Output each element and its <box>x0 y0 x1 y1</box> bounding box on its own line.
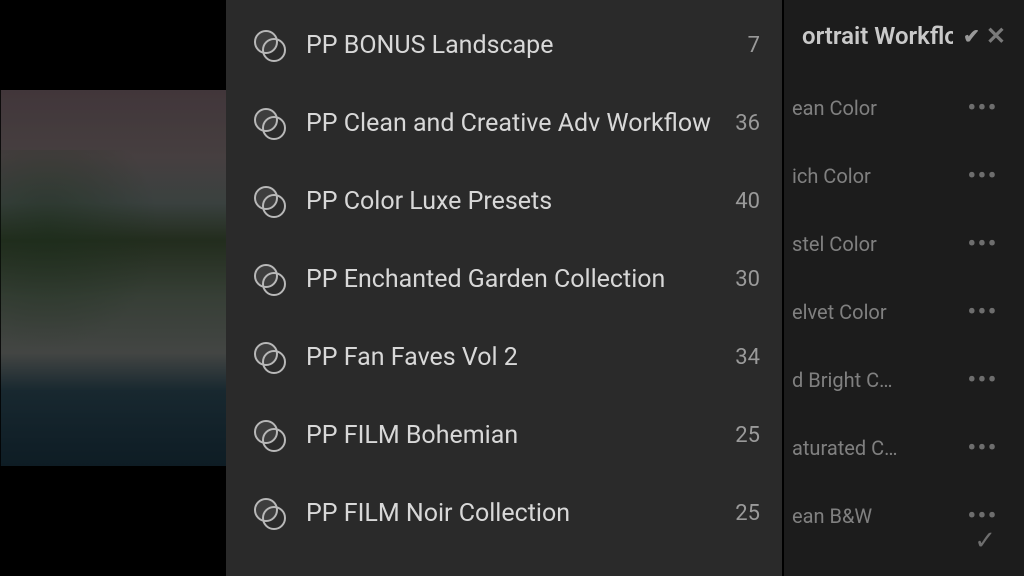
more-icon[interactable]: ••• <box>968 436 998 461</box>
preset-group-icon <box>254 108 284 138</box>
preset-group-item[interactable]: PP BONUS Landscape 7 <box>226 6 782 84</box>
preset-group-icon <box>254 342 284 372</box>
preset-item[interactable]: ich Color ••• <box>784 142 1024 210</box>
preset-group-item[interactable]: PP Clean and Creative Adv Workflow 36 <box>226 84 782 162</box>
preset-group-label: PP Clean and Creative Adv Workflow <box>306 109 720 138</box>
preset-label: elvet Color <box>784 300 954 324</box>
more-icon[interactable]: ••• <box>968 504 998 529</box>
preset-group-label: PP Fan Faves Vol 2 <box>306 343 720 372</box>
preset-group-label: PP BONUS Landscape <box>306 31 720 60</box>
preset-group-icon <box>254 420 284 450</box>
preset-group-item[interactable]: PP FILM Noir Collection 25 <box>226 474 782 552</box>
preset-label: ean B&W <box>784 504 954 528</box>
preset-group-item[interactable]: PP Color Luxe Presets 40 <box>226 162 782 240</box>
preset-group-count: 30 <box>720 267 760 292</box>
preset-label: ean Color <box>784 96 954 120</box>
preset-group-count: 36 <box>720 111 760 136</box>
preset-item[interactable]: stel Color ••• <box>784 210 1024 278</box>
preset-group-item[interactable]: PP Fan Faves Vol 2 34 <box>226 318 782 396</box>
preset-label: d Bright C… <box>784 368 954 392</box>
preset-group-icon <box>254 498 284 528</box>
preset-group-item[interactable]: PP FILM Bohemian 25 <box>226 396 782 474</box>
preset-group-count: 7 <box>720 33 760 58</box>
preset-group-icon <box>254 30 284 60</box>
preset-group-icon <box>254 264 284 294</box>
photo-decor <box>0 150 160 350</box>
preset-group-label: PP FILM Bohemian <box>306 421 720 450</box>
preset-group-item[interactable]: PP Enchanted Garden Collection 30 <box>226 240 782 318</box>
more-icon[interactable]: ••• <box>968 164 998 189</box>
preset-item[interactable]: d Bright C… ••• <box>784 346 1024 414</box>
preset-label: aturated C… <box>784 436 954 460</box>
chevron-down-icon[interactable]: ✔ <box>963 24 980 48</box>
preset-groups-overlay: PP BONUS Landscape 7 PP Clean and Creati… <box>226 0 782 576</box>
preset-group-item[interactable]: PP Fine Art Film Collection 25 <box>226 552 782 576</box>
preset-group-label: PP Color Luxe Presets <box>306 187 720 216</box>
close-icon[interactable]: ✕ <box>986 22 1006 50</box>
more-icon[interactable]: ••• <box>968 300 998 325</box>
preset-group-count: 34 <box>720 345 760 370</box>
preset-item[interactable]: ean Color ••• <box>784 74 1024 142</box>
preset-group-count: 40 <box>720 189 760 214</box>
presets-panel: ortrait Workflow ✔ ✕ ean Color ••• ich C… <box>784 0 1024 576</box>
presets-group-title: ortrait Workflow <box>802 22 953 50</box>
preset-group-count: 25 <box>720 501 760 526</box>
preset-label: YPRESET <box>784 572 998 576</box>
preset-group-label: PP FILM Noir Collection <box>306 499 720 528</box>
preset-group-label: PP Enchanted Garden Collection <box>306 265 720 294</box>
more-icon[interactable]: ••• <box>968 368 998 393</box>
presets-panel-header[interactable]: ortrait Workflow ✔ ✕ <box>784 18 1024 74</box>
more-icon[interactable]: ••• <box>968 232 998 257</box>
confirm-check-icon[interactable]: ✓ <box>974 526 996 556</box>
preset-label: ich Color <box>784 164 954 188</box>
more-icon[interactable]: ••• <box>968 96 998 121</box>
preset-group-count: 25 <box>720 423 760 448</box>
preset-item[interactable]: aturated C… ••• <box>784 414 1024 482</box>
preset-group-icon <box>254 186 284 216</box>
preset-label: stel Color <box>784 232 954 256</box>
preset-item[interactable]: elvet Color ••• <box>784 278 1024 346</box>
